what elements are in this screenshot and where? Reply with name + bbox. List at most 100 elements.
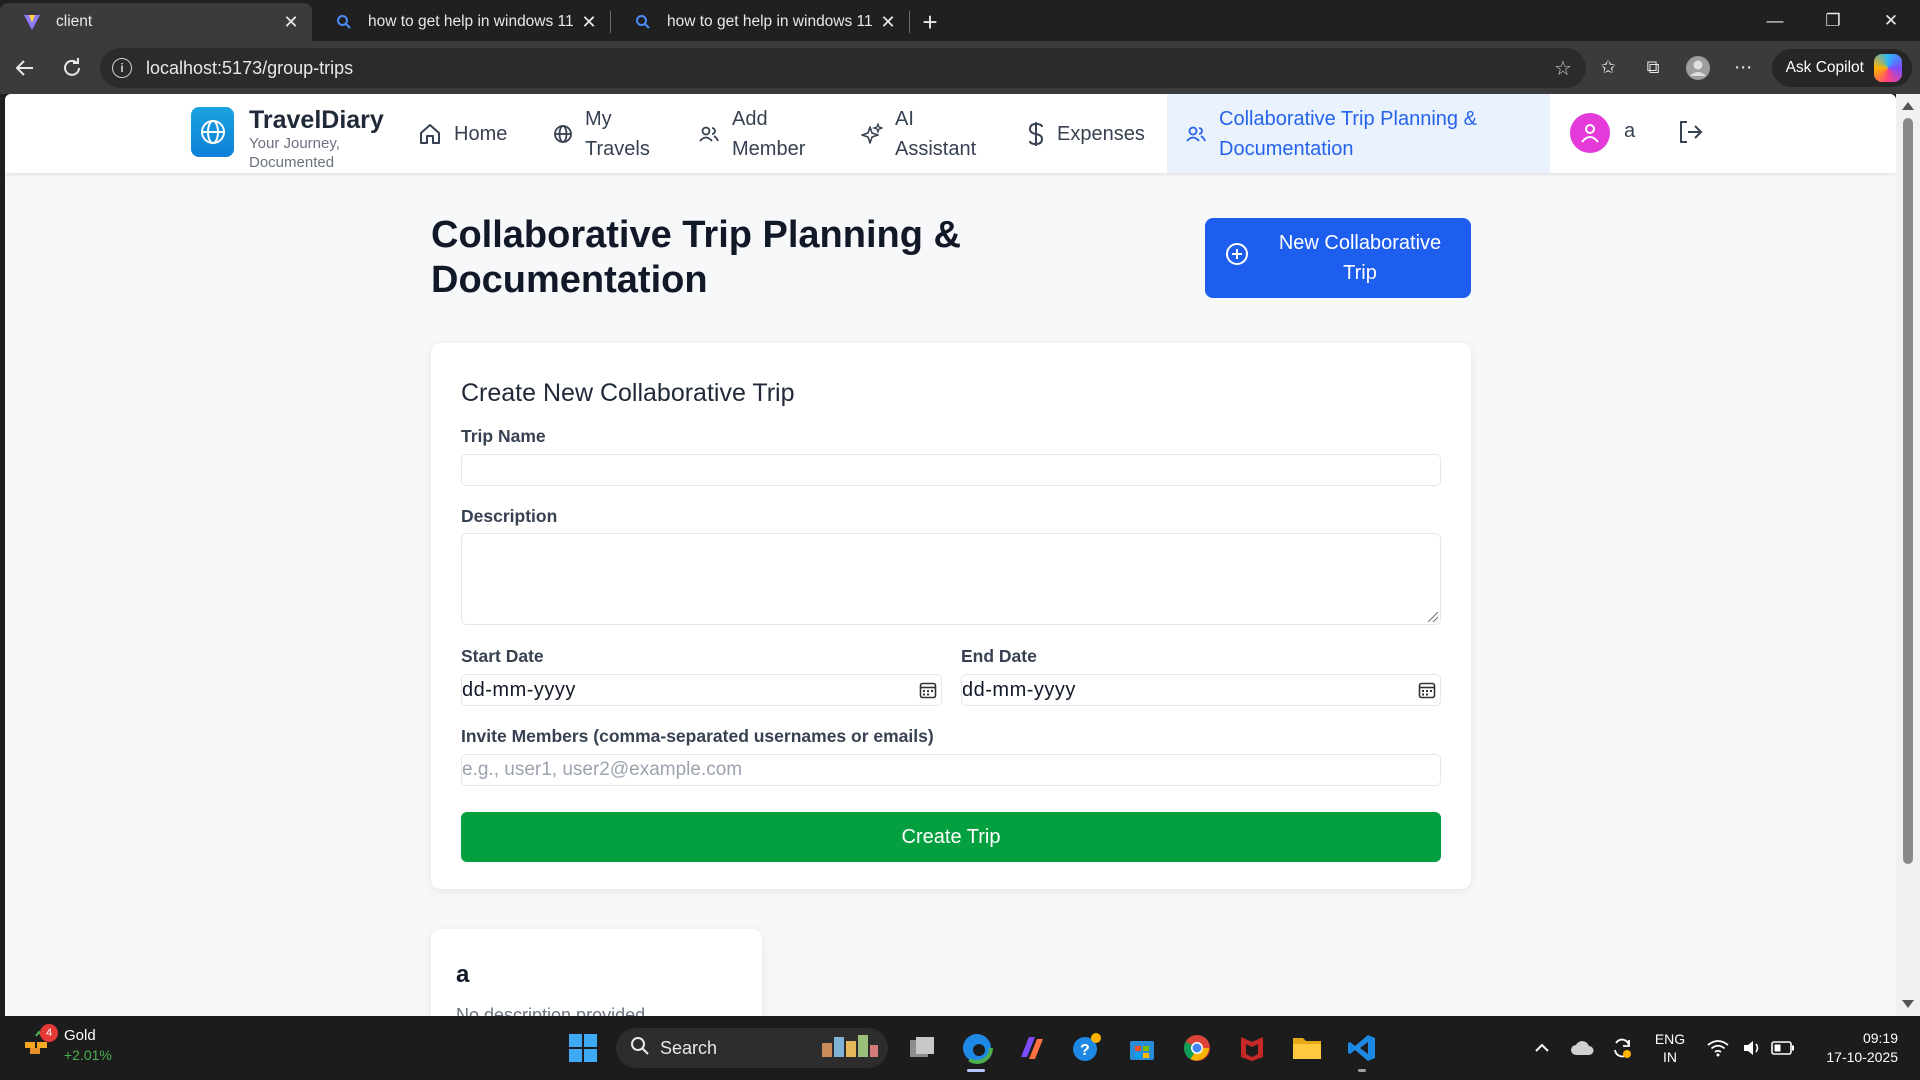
ask-copilot-button[interactable]: Ask Copilot xyxy=(1771,48,1912,87)
wifi-icon[interactable] xyxy=(1698,1039,1738,1057)
chrome-icon[interactable] xyxy=(1169,1024,1224,1072)
clock-date: 17-10-2025 xyxy=(1826,1049,1898,1065)
onedrive-cloud-icon[interactable] xyxy=(1562,1040,1602,1056)
url-text: localhost:5173/group-trips xyxy=(146,57,354,78)
restore-icon[interactable]: ❐ xyxy=(1804,0,1862,41)
tab-client[interactable]: client ✕ xyxy=(0,3,312,41)
nav-expenses[interactable]: Expenses xyxy=(1027,94,1145,173)
end-date-input[interactable]: dd-mm-yyyy xyxy=(961,674,1441,706)
mcafee-icon[interactable] xyxy=(1224,1024,1279,1072)
new-tab-button[interactable]: + xyxy=(910,3,950,41)
input-language[interactable]: ENG IN xyxy=(1642,1030,1698,1066)
arrow-left-icon xyxy=(15,59,33,76)
favorites-icon[interactable]: ✩ xyxy=(1586,57,1631,78)
invite-members-input[interactable]: e.g., user1, user2@example.com xyxy=(461,754,1441,786)
minimize-icon[interactable]: — xyxy=(1746,0,1804,41)
resize-handle-icon[interactable] xyxy=(1428,612,1438,622)
favorite-star-icon[interactable]: ☆ xyxy=(1540,56,1586,81)
ask-copilot-label: Ask Copilot xyxy=(1785,58,1864,76)
site-info-icon[interactable]: i xyxy=(112,58,132,78)
nav-collaborative-trips[interactable]: Collaborative Trip Planning & Documentat… xyxy=(1167,94,1550,173)
create-trip-button[interactable]: Create Trip xyxy=(461,812,1441,862)
tab-search-2[interactable]: how to get help in windows 11 - S ✕ xyxy=(611,3,909,41)
refresh-button[interactable] xyxy=(50,46,94,90)
form-title: Create New Collaborative Trip xyxy=(461,379,795,407)
user-name: a xyxy=(1624,120,1636,142)
nav-ai-assistant[interactable]: AI Assistant xyxy=(861,94,976,173)
nav-add-member[interactable]: Add Member xyxy=(698,94,813,173)
nav-ai-assistant-label: AI Assistant xyxy=(895,107,977,160)
sync-icon[interactable] xyxy=(1602,1037,1642,1059)
brand-tagline: Your Journey, Documented xyxy=(249,135,340,171)
svg-text:?: ? xyxy=(1080,1042,1090,1059)
nav-home[interactable]: Home xyxy=(418,94,507,173)
nav-collaborative-label: Collaborative Trip Planning & Documentat… xyxy=(1219,107,1477,160)
calendar-icon[interactable] xyxy=(919,681,937,705)
calendar-icon[interactable] xyxy=(1418,681,1436,705)
close-icon[interactable]: ✕ xyxy=(578,12,600,33)
get-help-icon[interactable]: ? xyxy=(1059,1024,1114,1072)
app-navbar: TravelDiary Your Journey, Documented Hom… xyxy=(5,94,1896,173)
profile-icon[interactable] xyxy=(1676,55,1721,81)
close-window-icon[interactable]: ✕ xyxy=(1862,0,1920,41)
user-icon xyxy=(1581,124,1599,143)
end-date-label: End Date xyxy=(961,646,1037,666)
system-clock[interactable]: 09:19 17-10-2025 xyxy=(1814,1029,1898,1067)
show-hidden-icons-chevron-up-icon[interactable] xyxy=(1522,1043,1562,1053)
browser-tabstrip: client ✕ how to get help in windows 11 -… xyxy=(0,0,1920,41)
close-icon[interactable]: ✕ xyxy=(877,12,899,33)
battery-icon[interactable] xyxy=(1766,1041,1800,1055)
globe-icon xyxy=(553,124,573,144)
refresh-icon xyxy=(64,57,80,76)
nav-add-member-label: Add Member xyxy=(732,107,806,160)
users-icon xyxy=(1185,123,1207,145)
brand[interactable]: TravelDiary Your Journey, Documented xyxy=(191,106,384,172)
new-collaborative-trip-button[interactable]: New Collaborative Trip xyxy=(1205,218,1471,298)
back-button[interactable] xyxy=(3,46,47,90)
microsoft-store-icon[interactable] xyxy=(1114,1024,1169,1072)
scroll-thumb[interactable] xyxy=(1903,118,1913,864)
trip-card[interactable]: a No description provided xyxy=(431,929,762,1016)
nav-my-travels[interactable]: My Travels xyxy=(553,94,663,173)
task-view-icon[interactable] xyxy=(894,1024,949,1072)
more-options-icon[interactable]: ⋯ xyxy=(1721,57,1766,78)
invite-members-label: Invite Members (comma-separated username… xyxy=(461,726,934,746)
tab-label: how to get help in windows 11 - S xyxy=(667,13,877,30)
nav-expenses-label: Expenses xyxy=(1057,122,1145,145)
vite-icon xyxy=(22,12,42,32)
tab-search-1[interactable]: how to get help in windows 11 - S ✕ xyxy=(312,3,610,41)
taskbar-search[interactable]: Search xyxy=(616,1028,888,1068)
scroll-up-icon[interactable] xyxy=(1902,102,1914,110)
trip-name-input[interactable] xyxy=(461,454,1441,486)
description-textarea[interactable] xyxy=(461,533,1441,625)
notification-badge: 4 xyxy=(40,1024,58,1042)
end-date-value: dd-mm-yyyy xyxy=(962,678,1076,701)
page-title: Collaborative Trip Planning & Documentat… xyxy=(431,214,961,301)
browser-toolbar: i localhost:5173/group-trips ☆ ✩ ⧉ ⋯ Ask… xyxy=(0,41,1920,94)
start-date-input[interactable]: dd-mm-yyyy xyxy=(461,674,942,706)
copilot-app-icon[interactable] xyxy=(1004,1024,1059,1072)
create-trip-label: Create Trip xyxy=(901,825,1001,848)
file-explorer-icon[interactable] xyxy=(1279,1024,1334,1072)
screen: client ✕ how to get help in windows 11 -… xyxy=(0,0,1920,1080)
vscode-icon[interactable] xyxy=(1334,1024,1389,1072)
start-button[interactable] xyxy=(555,1024,610,1072)
page-scrollbar[interactable] xyxy=(1896,94,1920,1016)
collections-icon[interactable]: ⧉ xyxy=(1631,57,1676,78)
search-icon xyxy=(630,1036,650,1061)
edge-browser-icon[interactable] xyxy=(949,1024,1004,1072)
scroll-down-icon[interactable] xyxy=(1902,1000,1914,1008)
trip-name: a xyxy=(456,961,470,988)
new-trip-label: New Collaborative Trip xyxy=(1278,232,1442,284)
brand-name: TravelDiary xyxy=(249,106,384,134)
close-icon[interactable]: ✕ xyxy=(280,12,302,33)
weather-stock-widget[interactable]: 4 Gold +2.01% xyxy=(22,1024,112,1064)
user-avatar[interactable] xyxy=(1570,113,1610,153)
address-bar[interactable]: i localhost:5173/group-trips ☆ xyxy=(100,48,1586,88)
users-icon xyxy=(698,123,720,145)
logout-icon[interactable] xyxy=(1677,118,1703,151)
tab-label: client xyxy=(56,13,93,30)
search-icon xyxy=(334,12,354,32)
volume-icon[interactable] xyxy=(1738,1039,1766,1057)
taskbar-apps: Search ? xyxy=(555,1024,1389,1072)
